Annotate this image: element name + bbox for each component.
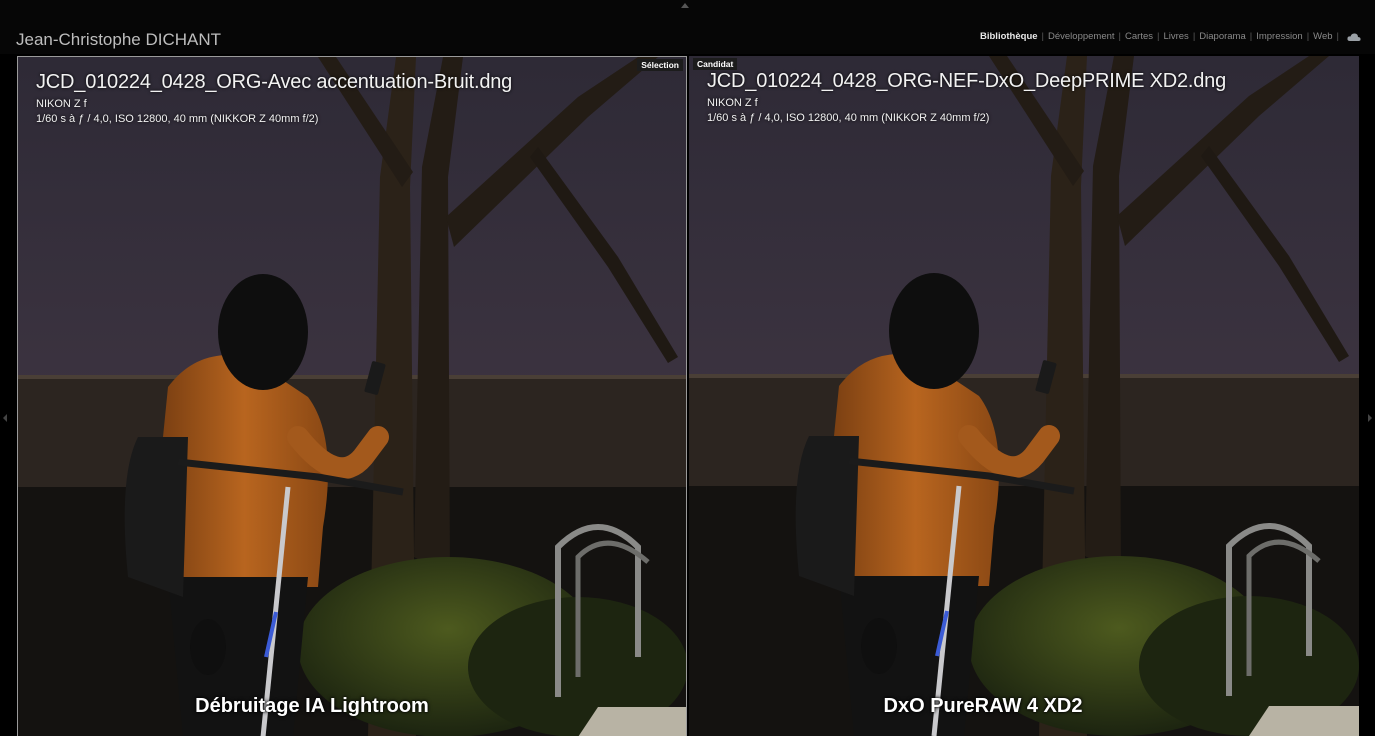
candidate-info-overlay: JCD_010224_0428_ORG-NEF-DxO_DeepPRIME XD… — [707, 70, 1226, 124]
select-exif: 1/60 s à ƒ / 4,0, ISO 12800, 40 mm (NIKK… — [36, 113, 319, 125]
module-slideshow[interactable]: Diaporama — [1195, 31, 1249, 42]
select-tag: Sélection — [637, 59, 683, 71]
module-library[interactable]: Bibliothèque — [976, 31, 1042, 42]
select-camera: NIKON Z f — [36, 98, 87, 110]
identity-plate: Jean-Christophe DICHANT — [16, 30, 222, 49]
candidate-caption: DxO PureRAW 4 XD2 — [883, 695, 1083, 717]
module-separator: | — [1336, 31, 1339, 42]
candidate-camera: NIKON Z f — [707, 97, 758, 109]
collapse-top-panel-icon[interactable] — [681, 3, 689, 8]
candidate-photo — [689, 56, 1359, 736]
module-web[interactable]: Web — [1309, 31, 1336, 42]
module-map[interactable]: Cartes — [1121, 31, 1157, 42]
candidate-tag: Candidat — [693, 58, 738, 70]
module-print[interactable]: Impression — [1252, 31, 1306, 42]
compare-select-pane[interactable]: Sélection JCD_010224_0428_ORG-Avec accen… — [17, 56, 687, 736]
select-caption: Débruitage IA Lightroom — [195, 695, 429, 717]
module-picker: Bibliothèque | Développement | Cartes | … — [976, 31, 1361, 42]
collapse-right-panel-icon[interactable] — [1368, 414, 1372, 422]
candidate-exif: 1/60 s à ƒ / 4,0, ISO 12800, 40 mm (NIKK… — [707, 112, 990, 124]
module-develop[interactable]: Développement — [1044, 31, 1119, 42]
identity-bar: Jean-Christophe DICHANT Bibliothèque | D… — [0, 0, 1375, 54]
select-info-overlay: JCD_010224_0428_ORG-Avec accentuation-Br… — [36, 71, 512, 125]
cloud-sync-icon[interactable] — [1347, 32, 1361, 42]
select-filename: JCD_010224_0428_ORG-Avec accentuation-Br… — [36, 71, 513, 93]
collapse-left-panel-icon[interactable] — [3, 414, 7, 422]
candidate-filename: JCD_010224_0428_ORG-NEF-DxO_DeepPRIME XD… — [707, 70, 1227, 92]
select-photo — [18, 57, 687, 736]
module-book[interactable]: Livres — [1159, 31, 1192, 42]
compare-candidate-pane[interactable]: Candidat JCD_010224_0428_ORG-NEF-DxO_Dee… — [689, 56, 1359, 736]
